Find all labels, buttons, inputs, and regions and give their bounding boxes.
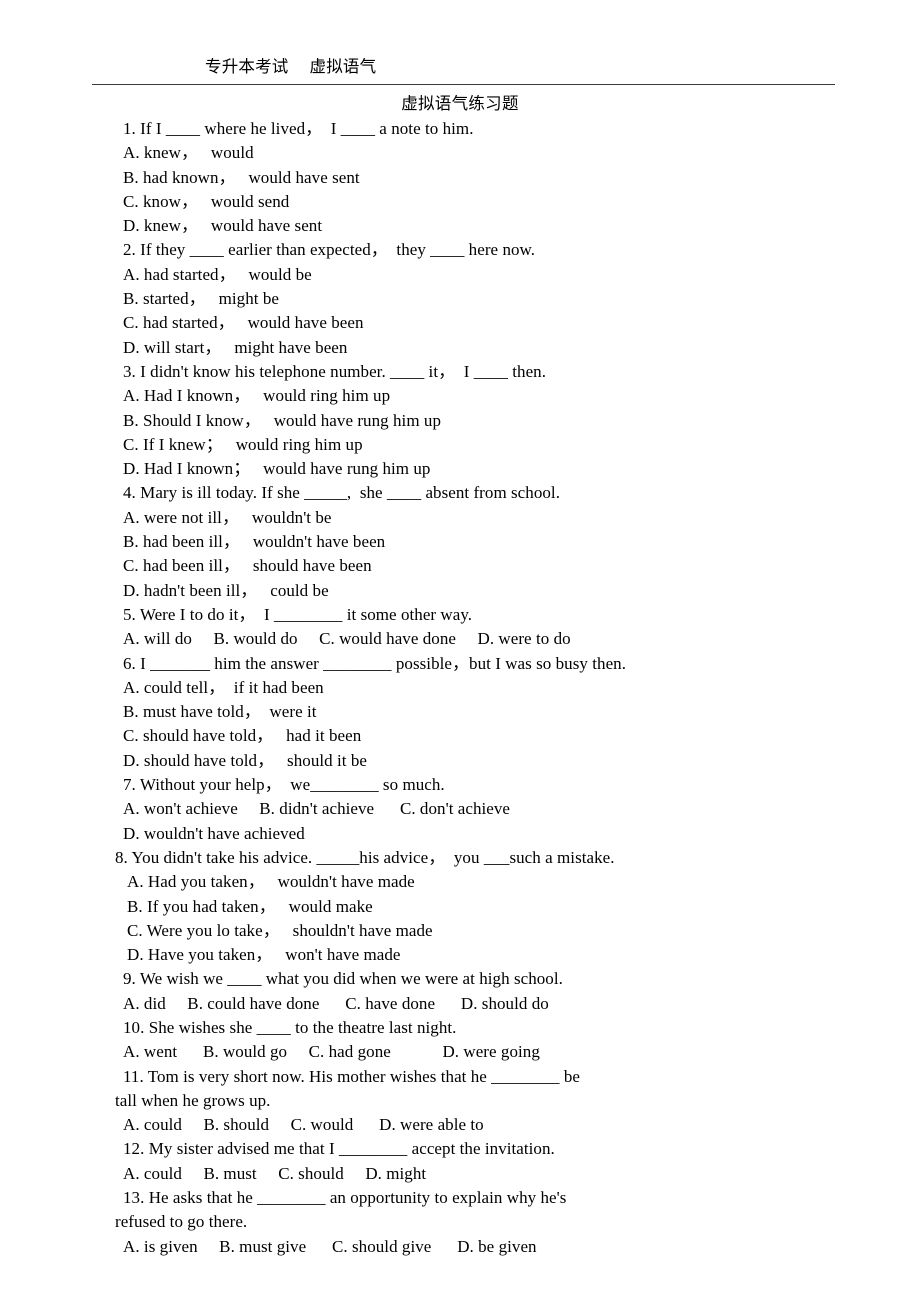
text-line-q1-b: B. had known， would have sent bbox=[123, 167, 360, 187]
text-line-q12-opts: A. could B. must C. should D. might bbox=[123, 1163, 427, 1183]
document-running-header: 专升本考试 虚拟语气 bbox=[92, 56, 835, 82]
text-line-q6-c: C. should have told， had it been bbox=[123, 726, 362, 746]
text-line-q12-stem: 12. My sister advised me that I ________… bbox=[123, 1139, 555, 1159]
exercise-question-list: 1. If I ____ where he lived， I ____ a no… bbox=[0, 117, 920, 1259]
text-line-q6-d: D. should have told， should it be bbox=[123, 750, 367, 770]
text-line-q13-stem: 13. He asks that he ________ an opportun… bbox=[123, 1188, 567, 1208]
page-title-text: 虚拟语气练习题 bbox=[401, 94, 519, 113]
text-line-q4-a: A. were not ill， wouldn't be bbox=[123, 507, 332, 527]
text-line-q2-c: C. had started， would have been bbox=[123, 313, 364, 333]
running-head-text: 专升本考试 虚拟语气 bbox=[205, 57, 377, 76]
header-horizontal-rule bbox=[92, 84, 835, 85]
text-line-q3-d: D. Had I known； would have rung him up bbox=[123, 459, 431, 479]
text-line-q7-d: D. wouldn't have achieved bbox=[123, 823, 305, 843]
text-line-q3-b: B. Should I know， would have rung him up bbox=[123, 410, 442, 430]
text-line-q9-opts: A. did B. could have done C. have done D… bbox=[123, 993, 549, 1013]
text-line-q10-opts: A. went B. would go C. had gone D. were … bbox=[123, 1042, 540, 1062]
text-line-q3-c: C. If I knew； would ring him up bbox=[123, 434, 363, 454]
text-line-q1-d: D. knew， would have sent bbox=[123, 216, 323, 236]
text-line-q1-c: C. know， would send bbox=[123, 191, 290, 211]
page-title: 虚拟语气练习题 bbox=[0, 92, 920, 116]
text-line-q11-cont: tall when he grows up. bbox=[115, 1090, 271, 1110]
text-line-q6-stem: 6. I _______ him the answer ________ pos… bbox=[123, 653, 627, 673]
text-line-q8-stem: 8. You didn't take his advice. _____his … bbox=[115, 847, 615, 867]
text-line-q1-a: A. knew， would bbox=[123, 143, 254, 163]
text-line-q13-opts: A. is given B. must give C. should give … bbox=[123, 1236, 537, 1256]
text-line-q2-d: D. will start， might have been bbox=[123, 337, 348, 357]
text-line-q2-a: A. had started， would be bbox=[123, 264, 312, 284]
text-line-q5-opts: A. will do B. would do C. would have don… bbox=[123, 629, 571, 649]
text-line-q5-stem: 5. Were I to do it， I ________ it some o… bbox=[123, 604, 473, 624]
text-line-q9-stem: 9. We wish we ____ what you did when we … bbox=[123, 969, 563, 989]
text-line-q3-a: A. Had I known， would ring him up bbox=[123, 386, 391, 406]
text-line-q8-d: D. Have you taken， won't have made bbox=[127, 945, 401, 965]
text-line-q8-b: B. If you had taken， would make bbox=[127, 896, 373, 916]
text-line-q6-b: B. must have told， were it bbox=[123, 702, 317, 722]
text-line-q11-opts: A. could B. should C. would D. were able… bbox=[123, 1115, 484, 1135]
text-line-q8-a: A. Had you taken， wouldn't have made bbox=[127, 872, 415, 892]
text-line-q2-b: B. started， might be bbox=[123, 289, 279, 309]
text-line-q13-cont: refused to go there. bbox=[115, 1212, 248, 1232]
text-line-q6-a: A. could tell， if it had been bbox=[123, 677, 324, 697]
text-line-q4-d: D. hadn't been ill， could be bbox=[123, 580, 329, 600]
text-line-q1-stem: 1. If I ____ where he lived， I ____ a no… bbox=[123, 119, 474, 138]
text-line-q7-abc: A. won't achieve B. didn't achieve C. do… bbox=[123, 799, 511, 819]
text-line-q4-b: B. had been ill， wouldn't have been bbox=[123, 532, 386, 552]
text-line-q11-stem: 11. Tom is very short now. His mother wi… bbox=[123, 1066, 581, 1086]
text-line-q4-stem: 4. Mary is ill today. If she _____, she … bbox=[123, 483, 560, 503]
text-line-q8-c: C. Were you lo take， shouldn't have made bbox=[127, 920, 433, 940]
text-line-q3-stem: 3. I didn't know his telephone number. _… bbox=[123, 361, 547, 381]
text-line-q10-stem: 10. She wishes she ____ to the theatre l… bbox=[123, 1017, 457, 1037]
text-line-q2-stem: 2. If they ____ earlier than expected， t… bbox=[123, 240, 536, 260]
text-line-q7-stem: 7. Without your help， we________ so much… bbox=[123, 775, 445, 795]
text-line-q4-c: C. had been ill， should have been bbox=[123, 556, 372, 576]
